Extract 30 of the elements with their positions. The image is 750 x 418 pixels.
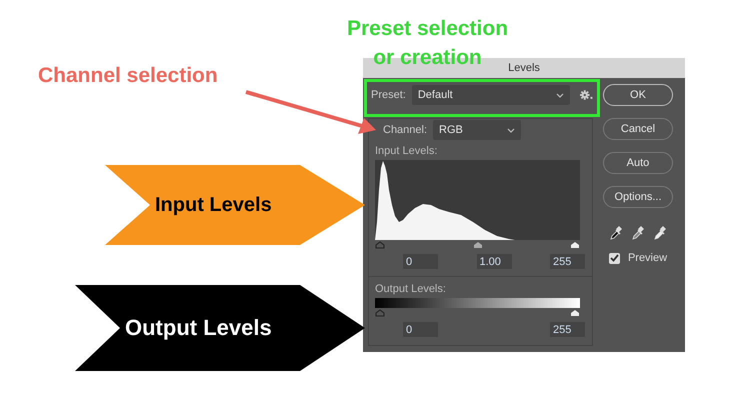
callout-text: or creation (373, 45, 482, 71)
dropdown[interactable]: Default (412, 85, 570, 105)
section-label: Input Levels: (375, 145, 438, 157)
preset-label: Preset: (371, 89, 406, 101)
callout-text: Preset selection (346, 16, 508, 42)
chevron-icon (507, 128, 516, 132)
callout-text: Channel selection (38, 64, 218, 88)
input-field[interactable]: 1.00 (476, 254, 512, 269)
dialog-button[interactable]: OK (603, 84, 673, 106)
input-field[interactable]: 255 (550, 322, 585, 337)
eyedropper-icon[interactable] (610, 226, 622, 240)
section-label: Output Levels: (375, 283, 447, 295)
preview-checkbox[interactable]: Preview (608, 252, 668, 264)
checkmark-icon (610, 254, 619, 262)
chevron-icon (556, 92, 564, 98)
slider-handle-icon[interactable] (375, 241, 385, 249)
input-field[interactable]: 0 (403, 254, 438, 269)
dialog-button[interactable]: Cancel (603, 118, 673, 140)
window-title: Levels (508, 62, 540, 74)
eyedropper-icon[interactable] (654, 226, 666, 240)
input-field[interactable]: 0 (403, 322, 438, 337)
input-field[interactable]: 255 (550, 254, 585, 269)
dialog-button[interactable]: Auto (603, 152, 673, 174)
gear-icon[interactable] (580, 90, 593, 100)
arrow-label: Output Levels (125, 315, 272, 341)
dialog-button[interactable]: Options... (603, 186, 673, 208)
channel-label: Channel: (383, 124, 428, 136)
arrow-label: Input Levels (155, 194, 272, 216)
dropdown[interactable]: RGB (433, 120, 522, 140)
slider-handle-icon[interactable] (375, 309, 385, 317)
